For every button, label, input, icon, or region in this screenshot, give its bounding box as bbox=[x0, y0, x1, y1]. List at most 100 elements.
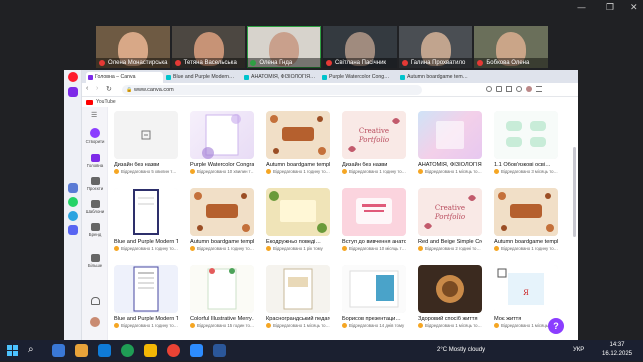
design-card[interactable]: Вступ до вивчення анато…Відредаговано 10… bbox=[342, 188, 406, 251]
design-thumbnail[interactable] bbox=[190, 188, 254, 236]
design-card[interactable]: Colorful Illustrative Merry…Відредагован… bbox=[190, 265, 254, 328]
design-thumbnail[interactable] bbox=[114, 188, 178, 236]
design-card[interactable]: 1.1 Обов'язкові осві…Відредаговано 3 міс… bbox=[494, 111, 558, 174]
design-title[interactable]: Борисов презентаци… bbox=[342, 316, 406, 322]
design-title[interactable]: Red and Beige Simple Cre… bbox=[418, 239, 482, 245]
taskbar-app-icon[interactable] bbox=[144, 344, 157, 357]
minimize-icon[interactable]: — bbox=[577, 3, 586, 13]
canva-nav-item[interactable]: Створити bbox=[82, 128, 108, 144]
design-card[interactable]: CreativePortfolioДизайн без назвиВідреда… bbox=[342, 111, 406, 174]
design-card[interactable]: АНАТОМІЯ, ФІЗІОЛОГІЯ І …Відредаговано 1 … bbox=[418, 111, 482, 174]
bookmark-youtube[interactable]: YouTube bbox=[96, 99, 116, 105]
canva-nav-item[interactable]: Більше bbox=[82, 254, 108, 268]
design-card[interactable]: Purple Watercolor Congra…Відредаговано 1… bbox=[190, 111, 254, 174]
design-thumbnail[interactable] bbox=[418, 265, 482, 313]
design-title[interactable]: Дизайн без назви bbox=[114, 162, 178, 168]
download-icon[interactable] bbox=[506, 86, 512, 92]
snapshot-icon[interactable] bbox=[496, 86, 502, 92]
extensions-icon[interactable] bbox=[486, 86, 492, 92]
browser-tab[interactable]: Purple Watercolor Cong… bbox=[320, 72, 397, 83]
whatsapp-icon[interactable] bbox=[68, 197, 78, 207]
taskbar-app-icon[interactable] bbox=[98, 344, 111, 357]
taskbar-app-icon[interactable] bbox=[167, 344, 180, 357]
browser-tab[interactable]: АНАТОМІЯ, ФІЗІОЛОГІЯ… bbox=[242, 72, 319, 83]
design-thumbnail[interactable] bbox=[266, 111, 330, 159]
design-card[interactable]: Екодружньо поведі…Відредаговано 1 рік то… bbox=[266, 188, 330, 251]
browser-tab[interactable]: Blue and Purple Modern… bbox=[164, 72, 241, 83]
design-thumbnail[interactable]: Я bbox=[494, 265, 558, 313]
taskbar-app-icon[interactable] bbox=[121, 344, 134, 357]
design-title[interactable]: Autumn boardgame templ… bbox=[190, 239, 254, 245]
avatar[interactable] bbox=[82, 317, 108, 327]
design-title[interactable]: Colorful Illustrative Merry… bbox=[190, 316, 254, 322]
design-title[interactable]: Blue and Purple Modern T… bbox=[114, 239, 178, 245]
canva-nav-item[interactable]: Головна bbox=[82, 154, 108, 168]
design-card[interactable]: Autumn boardgame templ…Відредаговано 1 г… bbox=[494, 188, 558, 251]
weather-text[interactable]: 2°C Mostly cloudy bbox=[437, 347, 485, 353]
taskbar-app-icon[interactable] bbox=[75, 344, 88, 357]
design-thumbnail[interactable] bbox=[266, 265, 330, 313]
design-title[interactable]: Autumn boardgame templ… bbox=[266, 162, 330, 168]
browser-tab[interactable]: Головна – Canva bbox=[86, 72, 163, 83]
design-title[interactable]: Purple Watercolor Congra… bbox=[190, 162, 254, 168]
design-thumbnail[interactable] bbox=[190, 265, 254, 313]
clock-date[interactable]: 16.12.2025 bbox=[597, 351, 637, 357]
design-thumbnail[interactable] bbox=[342, 265, 406, 313]
maximize-icon[interactable]: ❐ bbox=[606, 3, 614, 13]
design-card[interactable]: Blue and Purple Modern T…Відредаговано 1… bbox=[114, 265, 178, 328]
design-title[interactable]: АНАТОМІЯ, ФІЗІОЛОГІЯ І … bbox=[418, 162, 482, 168]
canva-nav-item[interactable]: Шаблони bbox=[82, 200, 108, 214]
design-thumbnail[interactable] bbox=[114, 111, 178, 159]
design-thumbnail[interactable] bbox=[190, 111, 254, 159]
opera-logo-icon[interactable] bbox=[68, 72, 78, 82]
clock-time[interactable]: 14:37 bbox=[597, 342, 637, 348]
design-thumbnail[interactable] bbox=[342, 188, 406, 236]
design-card[interactable]: Борисов презентаци…Відредаговано 14 днів… bbox=[342, 265, 406, 328]
design-title[interactable]: Autumn boardgame templ… bbox=[494, 239, 558, 245]
canva-nav-item[interactable]: Проєкти bbox=[82, 177, 108, 191]
design-thumbnail[interactable]: CreativePortfolio bbox=[418, 188, 482, 236]
design-thumbnail[interactable]: CreativePortfolio bbox=[342, 111, 406, 159]
history-icon[interactable] bbox=[516, 86, 522, 92]
reload-icon[interactable]: ↻ bbox=[106, 85, 112, 93]
design-card[interactable]: Краснограндський педаго…Відредаговано 1 … bbox=[266, 265, 330, 328]
design-title[interactable]: Дизайн без назви bbox=[342, 162, 406, 168]
design-title[interactable]: Вступ до вивчення анато… bbox=[342, 239, 406, 245]
windows-start-icon[interactable] bbox=[6, 344, 19, 357]
url-field[interactable]: 🔒 www.canva.com bbox=[122, 85, 422, 95]
design-title[interactable]: Краснограндський педаго… bbox=[266, 316, 330, 322]
design-card[interactable]: ЯМоє життяВідредаговано 1 місяць то… bbox=[494, 265, 558, 328]
design-thumbnail[interactable] bbox=[114, 265, 178, 313]
design-title[interactable]: Екодружньо поведі… bbox=[266, 239, 330, 245]
taskbar-app-icon[interactable] bbox=[213, 344, 226, 357]
browser-tab[interactable]: Autumn boardgame tem… bbox=[398, 72, 475, 83]
avatar[interactable] bbox=[526, 86, 532, 92]
taskbar-app-icon[interactable] bbox=[190, 344, 203, 357]
design-title[interactable]: Blue and Purple Modern T… bbox=[114, 316, 178, 322]
back-icon[interactable]: ‹ bbox=[86, 85, 88, 92]
design-thumbnail[interactable] bbox=[418, 111, 482, 159]
hamburger-icon[interactable]: ☰ bbox=[91, 111, 97, 119]
canva-nav-item[interactable]: Бренд bbox=[82, 223, 108, 237]
design-title[interactable]: 1.1 Обов'язкові осві… bbox=[494, 162, 558, 168]
telegram-icon[interactable] bbox=[68, 211, 78, 221]
design-card[interactable]: Blue and Purple Modern T…Відредаговано 1… bbox=[114, 188, 178, 251]
menu-icon[interactable] bbox=[536, 86, 542, 92]
design-title[interactable]: Здоровий спосіб життя bbox=[418, 316, 482, 322]
scrollbar[interactable] bbox=[573, 147, 576, 237]
design-thumbnail[interactable] bbox=[494, 111, 558, 159]
discord-icon[interactable] bbox=[68, 225, 78, 235]
design-card[interactable]: Дизайн без назвиВідредаговано 5 хвилин т… bbox=[114, 111, 178, 174]
notifications-icon[interactable] bbox=[82, 297, 108, 305]
aria-icon[interactable] bbox=[68, 183, 78, 193]
design-thumbnail[interactable] bbox=[494, 188, 558, 236]
design-card[interactable]: Autumn boardgame templ…Відредаговано 1 г… bbox=[266, 111, 330, 174]
design-card[interactable]: CreativePortfolio Red and Beige Simple Cr… bbox=[418, 188, 482, 251]
taskbar-app-icon[interactable] bbox=[52, 344, 65, 357]
language-indicator[interactable]: УКР bbox=[573, 347, 584, 353]
close-icon[interactable]: ✕ bbox=[630, 3, 638, 13]
home-icon[interactable] bbox=[68, 87, 78, 97]
design-card[interactable]: Autumn boardgame templ…Відредаговано 1 г… bbox=[190, 188, 254, 251]
forward-icon[interactable]: › bbox=[96, 85, 98, 92]
design-thumbnail[interactable] bbox=[266, 188, 330, 236]
